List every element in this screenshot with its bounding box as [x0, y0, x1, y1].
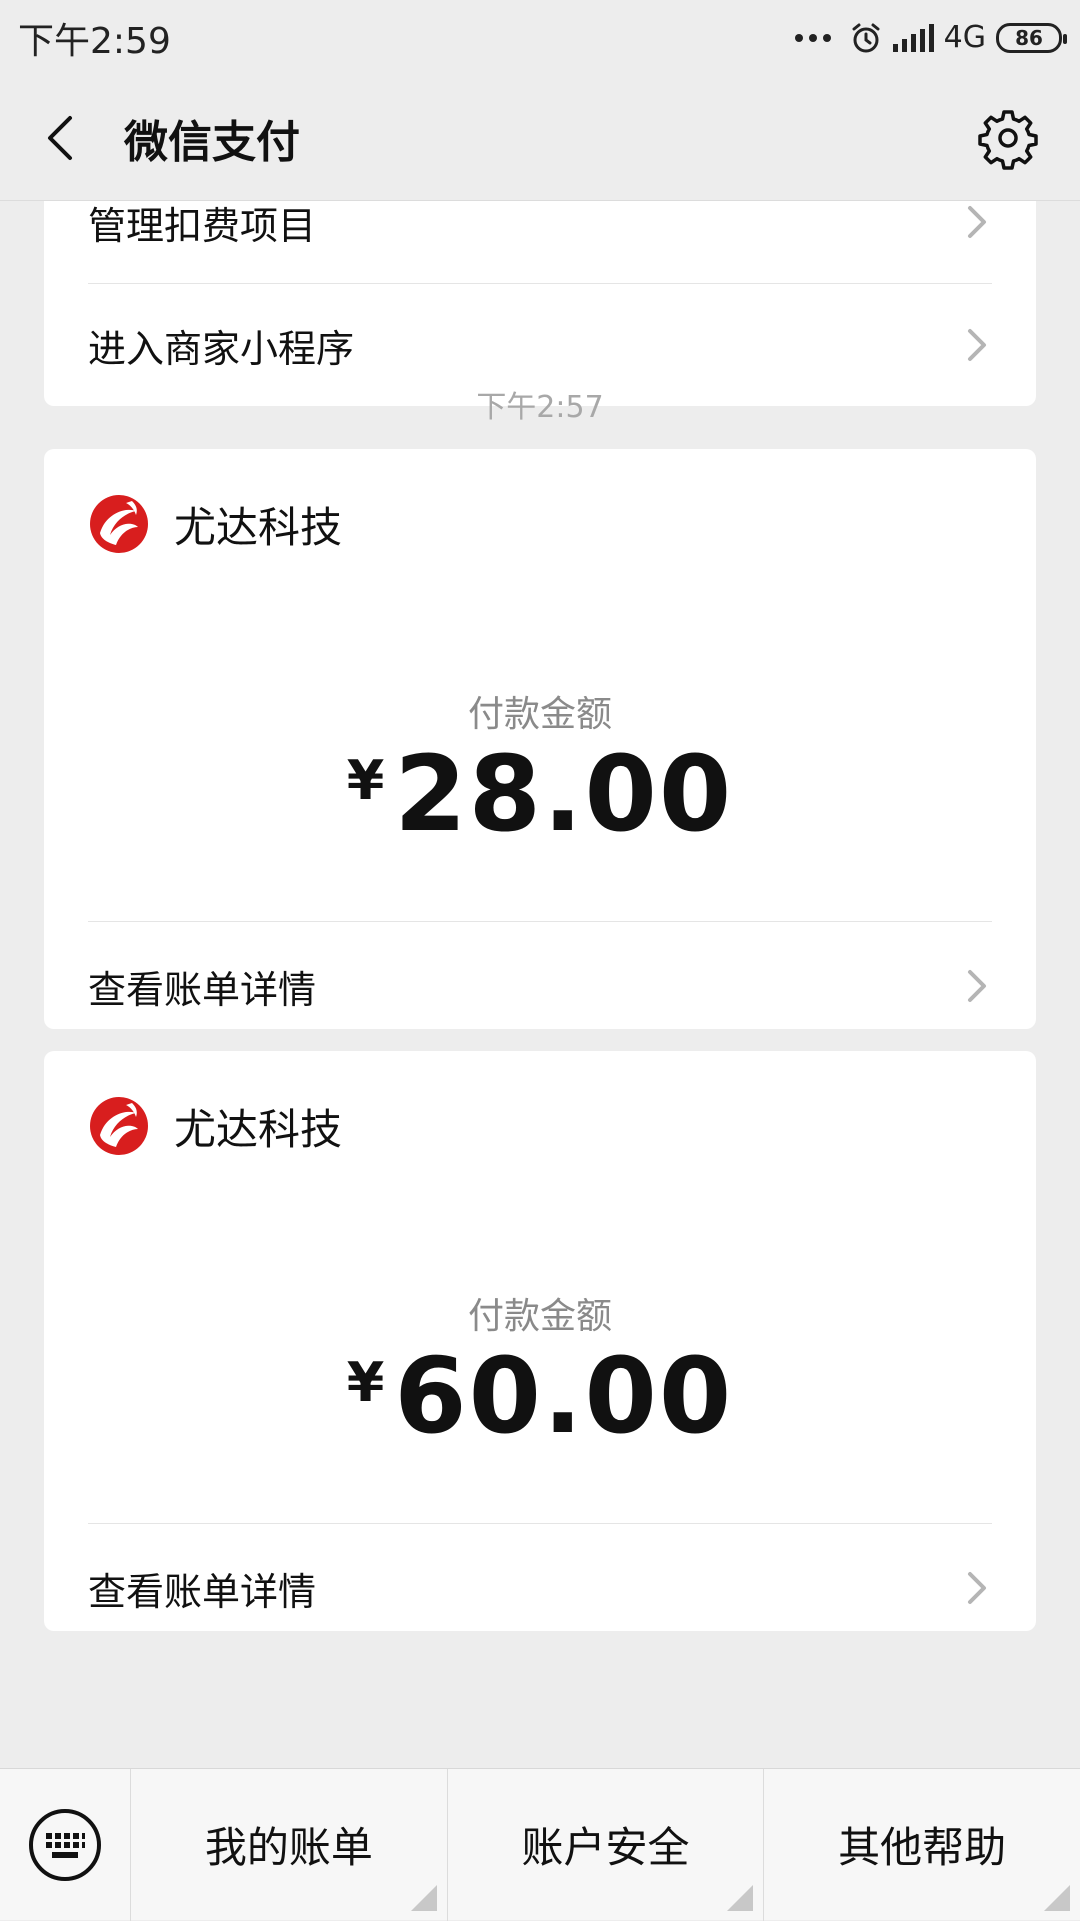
- menu-item-label: 管理扣费项目: [88, 203, 317, 248]
- menu-label: 我的账单: [204, 1823, 373, 1872]
- page-title: 微信支付: [124, 116, 300, 168]
- keyboard-icon: [29, 1808, 101, 1881]
- message-list[interactable]: 管理扣费项目 进入商家小程序 下午2:57 尤达科技 付款金额 ¥ 28.00 …: [0, 201, 1080, 1768]
- battery-icon: 86: [996, 22, 1067, 53]
- amount-value: 28.00: [394, 733, 734, 855]
- menu-item-label: 进入商家小程序: [88, 326, 355, 371]
- my-bills-menu[interactable]: 我的账单: [130, 1768, 447, 1921]
- app-header: 微信支付: [0, 75, 1080, 201]
- amount-label: 付款金额: [467, 1296, 612, 1337]
- bottom-menu-bar: 我的账单 账户安全 其他帮助: [0, 1768, 1080, 1921]
- payment-card: 尤达科技 付款金额 ¥ 60.00 查看账单详情: [44, 1051, 1036, 1631]
- other-help-menu[interactable]: 其他帮助: [763, 1768, 1080, 1921]
- currency-symbol: ¥: [346, 749, 385, 812]
- menu-item-label: 查看账单详情: [88, 967, 317, 1012]
- back-button[interactable]: [40, 108, 100, 168]
- chevron-right-icon: [968, 329, 986, 361]
- menu-label: 其他帮助: [838, 1823, 1007, 1872]
- signal-icon: [892, 23, 934, 52]
- merchant-name: 尤达科技: [174, 1104, 343, 1154]
- chevron-right-icon: [968, 1572, 986, 1604]
- status-bar: 下午2:59 4G 86: [0, 0, 1080, 75]
- gear-icon[interactable]: [976, 106, 1040, 170]
- view-bill-detail-item[interactable]: 查看账单详情: [44, 1524, 1036, 1652]
- merchant-logo-icon: [90, 495, 148, 553]
- network-type: 4G: [943, 20, 986, 55]
- message-timestamp: 下午2:57: [476, 390, 604, 425]
- keyboard-toggle-button[interactable]: [0, 1769, 130, 1921]
- alarm-icon: [852, 23, 880, 52]
- battery-level: 86: [1015, 25, 1043, 50]
- merchant-header: 尤达科技: [44, 449, 1036, 599]
- chevron-right-icon: [968, 970, 986, 1002]
- menu-item-label: 查看账单详情: [88, 1569, 317, 1614]
- payment-amount: ¥ 60.00: [44, 1341, 1036, 1461]
- more-dots-icon: [794, 33, 831, 42]
- amount-label: 付款金额: [467, 694, 612, 735]
- view-bill-detail-item[interactable]: 查看账单详情: [44, 922, 1036, 1050]
- merchant-name: 尤达科技: [174, 502, 343, 552]
- currency-symbol: ¥: [346, 1351, 385, 1414]
- status-time: 下午2:59: [18, 20, 171, 62]
- status-icons: 4G 86: [794, 20, 1067, 55]
- menu-label: 账户安全: [521, 1823, 690, 1872]
- account-security-menu[interactable]: 账户安全: [446, 1768, 764, 1921]
- merchant-logo-icon: [90, 1097, 148, 1155]
- payment-card: 尤达科技 付款金额 ¥ 28.00 查看账单详情: [44, 449, 1036, 1029]
- back-arrow-icon: [48, 115, 72, 160]
- manage-deduction-item[interactable]: 管理扣费项目: [44, 201, 1036, 283]
- merchant-header: 尤达科技: [44, 1051, 1036, 1201]
- amount-value: 60.00: [394, 1335, 734, 1457]
- chevron-right-icon: [968, 206, 986, 238]
- service-card: 管理扣费项目 进入商家小程序: [44, 201, 1036, 406]
- payment-amount: ¥ 28.00: [44, 739, 1036, 859]
